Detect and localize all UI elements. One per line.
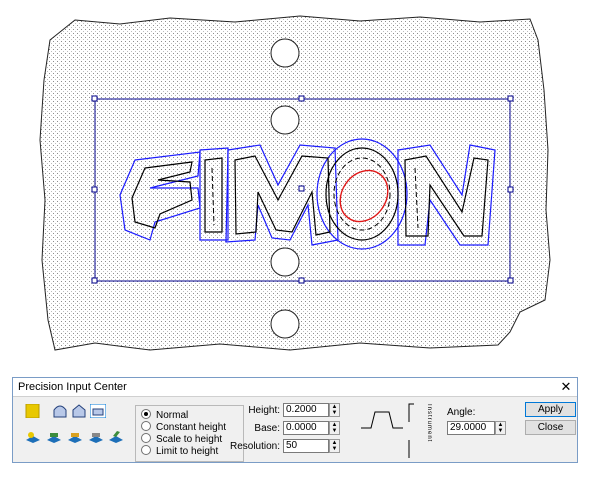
close-button[interactable]: Close: [525, 420, 576, 435]
base-field[interactable]: 0.0000: [283, 421, 329, 435]
angle-stepper[interactable]: ▲ ▼: [495, 421, 506, 435]
solid-square-icon[interactable]: [25, 404, 41, 418]
angle-label: Angle:: [447, 407, 476, 418]
cut-tool-4-icon[interactable]: [88, 430, 104, 444]
design-canvas[interactable]: [0, 0, 600, 370]
peak-bevel-icon[interactable]: [71, 404, 87, 418]
panel-title: Precision Input Center: [18, 381, 127, 393]
flat-bevel-icon[interactable]: [90, 404, 106, 418]
radio-dot-selected: [141, 409, 151, 419]
panel-titlebar[interactable]: Precision Input Center ✕: [13, 378, 577, 397]
apply-button[interactable]: Apply: [525, 402, 576, 417]
base-label: Base:: [254, 423, 280, 434]
cut-tool-1-icon[interactable]: [25, 430, 41, 444]
close-icon[interactable]: ✕: [559, 380, 573, 393]
resolution-field[interactable]: 50: [283, 439, 329, 453]
height-stepper[interactable]: ▲ ▼: [329, 403, 340, 417]
radio-scale-to-height[interactable]: Scale to height: [141, 433, 222, 445]
vertical-caption: Instrument: [426, 404, 432, 443]
radio-limit-to-height[interactable]: Limit to height: [141, 445, 218, 457]
profile-preview-icon: [361, 411, 403, 429]
radio-dot: [141, 433, 151, 443]
hole-1: [270, 38, 300, 68]
depth-bracket-icon: [408, 403, 414, 458]
height-label: Height:: [248, 405, 280, 416]
cut-tool-3-icon[interactable]: [67, 430, 83, 444]
resolution-label: Resolution:: [229, 441, 280, 452]
hole-3: [270, 247, 300, 277]
precision-input-panel: Precision Input Center ✕ Normal Constant…: [12, 377, 578, 463]
height-field[interactable]: 0.2000: [283, 403, 329, 417]
angle-field[interactable]: 29.0000: [447, 421, 495, 435]
round-bevel-icon[interactable]: [52, 404, 68, 418]
radio-dot: [141, 445, 151, 455]
cut-tool-5-icon[interactable]: [108, 430, 124, 444]
resolution-stepper[interactable]: ▲ ▼: [329, 439, 340, 453]
cut-tool-2-icon[interactable]: [46, 430, 62, 444]
radio-normal[interactable]: Normal: [141, 409, 188, 421]
hole-4: [270, 309, 300, 339]
material-sheet: [39, 15, 551, 351]
base-stepper[interactable]: ▲ ▼: [329, 421, 340, 435]
hole-2: [270, 105, 300, 135]
radio-constant-height[interactable]: Constant height: [141, 421, 226, 433]
radio-dot: [141, 421, 151, 431]
